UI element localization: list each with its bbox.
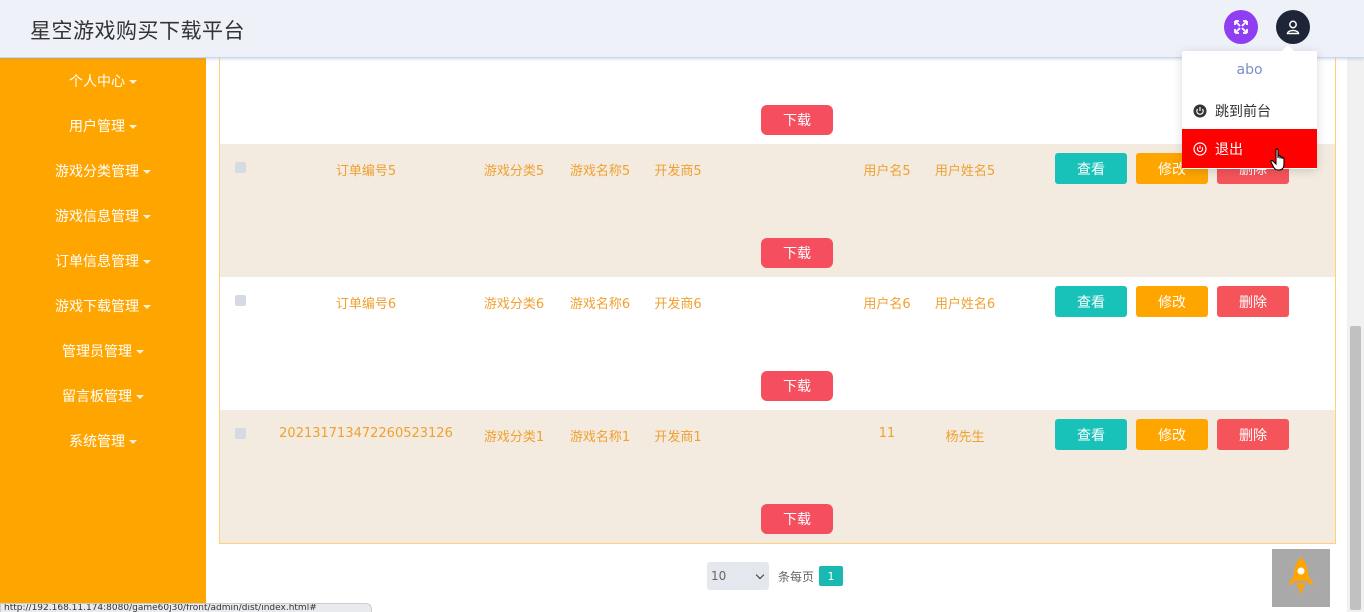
scrollbar-thumb[interactable] xyxy=(1350,326,1361,610)
caret-down-icon xyxy=(129,79,137,84)
game-category: 游戏分类6 xyxy=(483,297,545,312)
top-header: 星空游戏购买下载平台 xyxy=(0,0,1364,58)
delete-button[interactable]: 删除 xyxy=(1217,286,1289,317)
orders-table: 下载 订单编号5 游戏分类5 游戏名称5 开发商5 用户名5 用户姓名5 查看 … xyxy=(219,58,1336,544)
dropdown-username: abo xyxy=(1236,62,1263,78)
main-content: 下载 订单编号5 游戏分类5 游戏名称5 开发商5 用户名5 用户姓名5 查看 … xyxy=(206,58,1347,612)
order-number: 订单编号5 xyxy=(335,164,397,179)
user-dropdown-menu: abo 跳到前台 退出 xyxy=(1182,45,1317,169)
game-name: 游戏名称6 xyxy=(569,297,631,312)
username: 11 xyxy=(878,426,896,441)
table-row: 订单编号6 游戏分类6 游戏名称6 开发商6 用户名6 用户姓名6 查看 修改 … xyxy=(220,277,1335,410)
developer: 开发商5 xyxy=(654,164,702,179)
hand-cursor-icon xyxy=(1270,148,1288,176)
logout-item[interactable]: 退出 xyxy=(1182,129,1317,168)
download-button[interactable]: 下载 xyxy=(761,238,833,268)
user-real-name: 杨先生 xyxy=(945,430,985,445)
fullscreen-button[interactable] xyxy=(1224,10,1258,44)
power-icon xyxy=(1193,104,1207,118)
game-category: 游戏分类5 xyxy=(483,164,545,179)
caret-down-icon xyxy=(143,259,151,264)
download-button[interactable]: 下载 xyxy=(761,105,833,135)
table-row: 下载 xyxy=(220,58,1335,144)
sidebar-item-personal-center[interactable]: 个人中心 xyxy=(0,58,206,103)
edit-button[interactable]: 修改 xyxy=(1136,419,1208,450)
rocket-icon xyxy=(1288,557,1314,595)
chevron-down-icon xyxy=(755,570,765,579)
browser-status-url: http://192.168.11.174:8080/game60j30/fro… xyxy=(0,603,372,612)
row-checkbox[interactable] xyxy=(235,428,246,439)
download-button[interactable]: 下载 xyxy=(761,371,833,401)
page-number-current[interactable]: 1 xyxy=(819,566,844,586)
sidebar-item-system[interactable]: 系统管理 xyxy=(0,418,206,463)
edit-button[interactable]: 修改 xyxy=(1136,286,1208,317)
sidebar-item-game-info[interactable]: 游戏信息管理 xyxy=(0,193,206,238)
caret-down-icon xyxy=(129,124,137,129)
pagination: 10 条每页 1 xyxy=(707,562,844,590)
view-button[interactable]: 查看 xyxy=(1055,153,1127,184)
download-button[interactable]: 下载 xyxy=(761,504,833,534)
caret-down-icon xyxy=(136,394,144,399)
developer: 开发商1 xyxy=(654,430,702,445)
username: 用户名6 xyxy=(863,297,911,312)
game-category: 游戏分类1 xyxy=(483,430,545,445)
per-page-label: 条每页 xyxy=(778,569,815,584)
row-checkbox[interactable] xyxy=(235,162,246,173)
game-name: 游戏名称1 xyxy=(569,430,631,445)
order-number: 20213171347226052312​6 xyxy=(279,426,453,441)
table-row: 订单编号5 游戏分类5 游戏名称5 开发商5 用户名5 用户姓名5 查看 修改 … xyxy=(220,144,1335,277)
user-real-name: 用户姓名5 xyxy=(934,164,996,179)
expand-icon xyxy=(1234,20,1248,34)
developer: 开发商6 xyxy=(654,297,702,312)
row-checkbox[interactable] xyxy=(235,295,246,306)
user-icon xyxy=(1286,20,1300,35)
page-scrollbar[interactable] xyxy=(1347,58,1364,612)
sidebar-item-users[interactable]: 用户管理 xyxy=(0,103,206,148)
order-number: 订单编号6 xyxy=(335,297,397,312)
page-size-select[interactable]: 10 xyxy=(707,562,769,590)
sidebar-item-game-categories[interactable]: 游戏分类管理 xyxy=(0,148,206,193)
view-button[interactable]: 查看 xyxy=(1055,286,1127,317)
power-icon xyxy=(1193,141,1207,156)
page-title: 星空游戏购买下载平台 xyxy=(30,19,245,43)
delete-button[interactable]: 删除 xyxy=(1217,419,1289,450)
table-row: 20213171347226052312​6 游戏分类1 游戏名称1 开发商1 … xyxy=(220,410,1335,543)
caret-down-icon xyxy=(136,349,144,354)
game-name: 游戏名称5 xyxy=(569,164,631,179)
user-avatar-button[interactable] xyxy=(1276,10,1310,44)
sidebar-item-orders[interactable]: 订单信息管理 xyxy=(0,238,206,283)
sidebar-item-downloads[interactable]: 游戏下载管理 xyxy=(0,283,206,328)
go-to-frontend-item[interactable]: 跳到前台 xyxy=(1182,91,1317,130)
caret-down-icon xyxy=(143,304,151,309)
sidebar-item-message-board[interactable]: 留言板管理 xyxy=(0,373,206,418)
caret-down-icon xyxy=(143,169,151,174)
username: 用户名5 xyxy=(863,164,911,179)
view-button[interactable]: 查看 xyxy=(1055,419,1127,450)
user-real-name: 用户姓名6 xyxy=(934,297,996,312)
sidebar: 个人中心 用户管理 游戏分类管理 游戏信息管理 订单信息管理 游戏下载管理 管理… xyxy=(0,58,206,612)
sidebar-item-admins[interactable]: 管理员管理 xyxy=(0,328,206,373)
caret-down-icon xyxy=(129,439,137,444)
back-to-top-button[interactable] xyxy=(1272,549,1330,607)
caret-down-icon xyxy=(143,214,151,219)
